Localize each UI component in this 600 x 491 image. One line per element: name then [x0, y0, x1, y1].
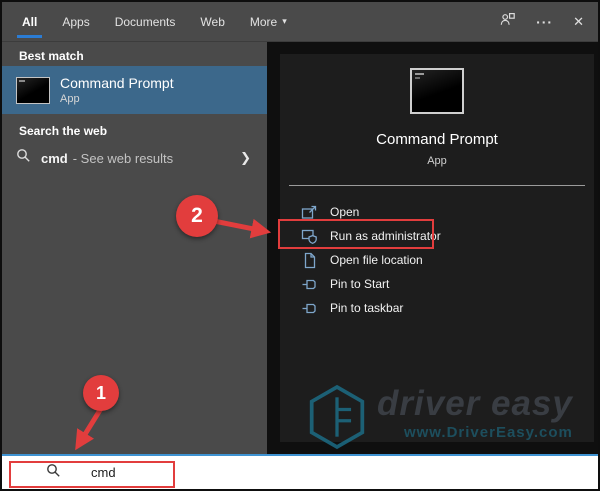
search-icon [16, 148, 31, 168]
divider [289, 185, 585, 186]
tab-more-label: More [250, 15, 277, 29]
tab-more[interactable]: More ▾ [250, 2, 287, 41]
action-open-file-location-label: Open file location [330, 253, 423, 267]
web-query-text: cmd [41, 151, 68, 166]
open-icon [301, 204, 318, 221]
action-pin-to-start-label: Pin to Start [330, 277, 389, 291]
pin-icon [301, 276, 318, 293]
action-list: Open Run as administrator Open file loca… [280, 200, 594, 320]
tab-apps-label: Apps [62, 15, 89, 29]
chevron-down-icon: ▾ [282, 16, 287, 27]
command-prompt-icon [16, 77, 50, 104]
detail-app-subtitle: App [280, 155, 594, 167]
detail-app-title: Command Prompt [280, 131, 594, 148]
best-match-result-command-prompt[interactable]: Command Prompt App [2, 66, 267, 114]
best-match-subtitle: App [60, 92, 174, 106]
chevron-right-icon[interactable]: ❯ [240, 150, 251, 166]
search-icon [46, 463, 61, 483]
search-topbar: All Apps Documents Web More ▾ [2, 2, 598, 42]
tab-documents-label: Documents [115, 15, 176, 29]
tab-web[interactable]: Web [200, 2, 224, 41]
more-options-icon[interactable]: ··· [536, 17, 553, 27]
close-icon[interactable]: ✕ [573, 14, 584, 30]
tab-all[interactable]: All [22, 2, 37, 41]
best-match-header: Best match [19, 49, 84, 63]
file-location-icon [301, 252, 318, 269]
web-suffix-text: - See web results [73, 151, 173, 166]
search-input[interactable] [91, 465, 391, 480]
tab-documents[interactable]: Documents [115, 2, 176, 41]
tab-all-label: All [22, 15, 37, 29]
command-prompt-icon-large [410, 68, 464, 114]
detail-panel: Command Prompt App Open Run as adm [267, 42, 598, 454]
detail-panel-inner: Command Prompt App Open Run as adm [280, 54, 594, 442]
best-match-title: Command Prompt [60, 75, 174, 92]
action-run-as-administrator-label: Run as administrator [330, 229, 441, 243]
taskbar-search-bar[interactable] [2, 454, 598, 489]
results-panel: Best match Command Prompt App Search the… [2, 42, 267, 454]
pin-icon [301, 300, 318, 317]
admin-shield-icon [301, 228, 318, 245]
feedback-icon[interactable] [499, 11, 516, 33]
tab-bar: All Apps Documents Web More ▾ [2, 2, 287, 41]
action-pin-to-taskbar[interactable]: Pin to taskbar [280, 296, 594, 320]
web-result-row[interactable]: cmd - See web results ❯ [2, 142, 267, 174]
action-open[interactable]: Open [280, 200, 594, 224]
tab-web-label: Web [200, 15, 224, 29]
windows-search-flyout: All Apps Documents Web More ▾ [0, 0, 600, 491]
search-web-header: Search the web [19, 124, 107, 138]
action-run-as-administrator[interactable]: Run as administrator [280, 224, 594, 248]
action-open-file-location[interactable]: Open file location [280, 248, 594, 272]
tab-apps[interactable]: Apps [62, 2, 89, 41]
action-pin-to-start[interactable]: Pin to Start [280, 272, 594, 296]
topbar-icon-group: ··· ✕ [499, 2, 584, 41]
action-open-label: Open [330, 205, 359, 219]
action-pin-to-taskbar-label: Pin to taskbar [330, 301, 403, 315]
tab-selected-underline [17, 35, 42, 38]
best-match-text: Command Prompt App [60, 75, 174, 106]
